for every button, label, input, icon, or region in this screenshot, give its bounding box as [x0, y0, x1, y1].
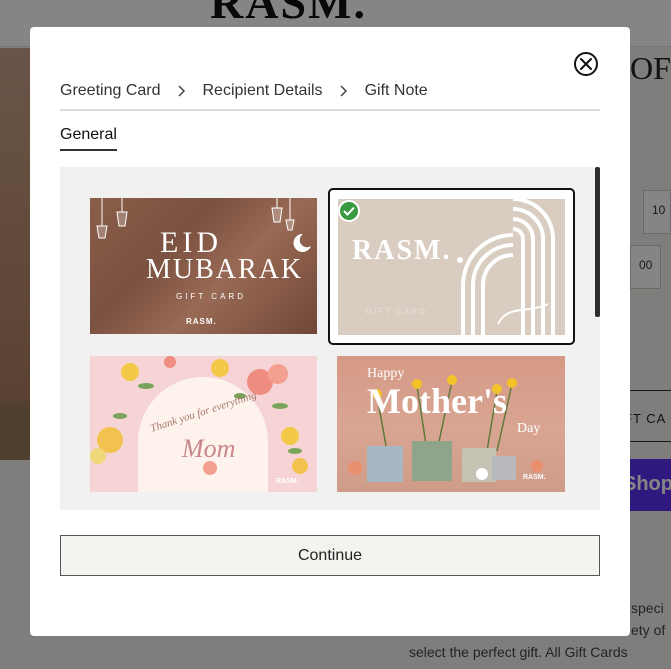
breadcrumb-divider [60, 109, 600, 111]
chevron-right-icon [177, 85, 185, 97]
card-eid-mubarak[interactable]: EID MUBARAK GIFT CARD RASM. [90, 198, 317, 334]
breadcrumb: Greeting Card Recipient Details Gift Not… [60, 82, 428, 100]
mothers-rasm-logo: RASM. [523, 474, 546, 481]
card-happy-mothers-day[interactable]: Happy Mother's Day RASM. [337, 356, 565, 492]
mubarak-title: MUBARAK [146, 254, 304, 285]
gift-card-modal: Greeting Card Recipient Details Gift Not… [30, 27, 630, 636]
card-rasm-gift-card[interactable]: RASM. GIFT CARD [328, 188, 575, 345]
chevron-right-icon [340, 85, 347, 97]
rasm-gift-card-label: GIFT CARD [366, 307, 427, 316]
close-icon [580, 58, 592, 70]
mom-flowers-artwork [90, 356, 308, 492]
eid-rasm-logo: RASM. [186, 317, 217, 326]
card-gallery: EID MUBARAK GIFT CARD RASM. RASM. GIFT C… [60, 167, 600, 510]
check-circle-icon [343, 206, 355, 216]
mom-rasm-logo: RASM. [276, 478, 299, 485]
rasm-logo: RASM. [352, 235, 452, 266]
card-thank-you-mom[interactable]: Thank you for everything Mom RASM. [90, 356, 317, 492]
close-button[interactable] [574, 52, 598, 76]
mothers-title: Mother's [367, 381, 507, 421]
gallery-scrollbar[interactable] [595, 167, 600, 317]
continue-button[interactable]: Continue [60, 535, 600, 576]
selected-badge [338, 200, 360, 222]
rasm-card-artwork: RASM. GIFT CARD [338, 199, 565, 335]
tab-general[interactable]: General [60, 126, 117, 151]
breadcrumb-gift-note[interactable]: Gift Note [365, 82, 428, 100]
breadcrumb-greeting-card[interactable]: Greeting Card [60, 82, 161, 100]
mom-title: Mom [182, 434, 236, 463]
breadcrumb-recipient-details[interactable]: Recipient Details [203, 82, 323, 100]
eid-gift-card-label: GIFT CARD [176, 292, 246, 301]
mothers-day-text: Day [517, 421, 541, 436]
